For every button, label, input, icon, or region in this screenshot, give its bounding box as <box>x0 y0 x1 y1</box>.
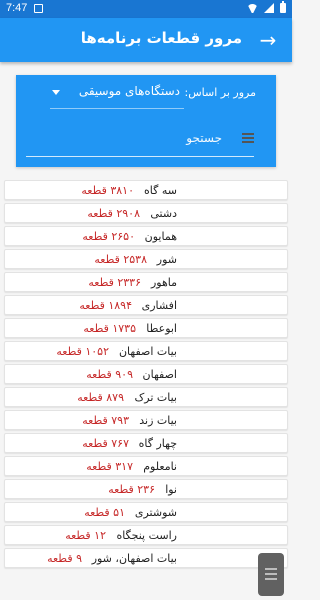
list-item[interactable]: افشاری ۱۸۹۴ قطعه <box>4 295 288 315</box>
fast-scroll-handle[interactable] <box>258 553 284 596</box>
dastgah-list: سه گاه ۳۸۱۰ قطعه دشتی ۲۹۰۸ قطعه همایون ۲۶۵۰ ق… <box>4 180 288 571</box>
list-item[interactable]: بیات اصفهان ۱۰۵۲ قطعه <box>4 341 288 361</box>
status-icons <box>247 1 286 13</box>
item-name: سه گاه <box>144 184 177 197</box>
browse-by-dropdown[interactable]: دستگاه‌های موسیقی <box>79 84 180 98</box>
battery-icon <box>280 1 286 13</box>
browse-by-label: مرور بر اساس: <box>184 86 256 99</box>
item-name: نوا <box>165 483 177 496</box>
list-item[interactable]: راست پنجگاه ۱۲ قطعه <box>4 525 288 545</box>
item-name: بیات اصفهان، شور <box>91 552 177 565</box>
back-arrow-icon[interactable]: → <box>254 26 282 54</box>
item-count: ۲۳۳۶ قطعه <box>88 276 141 289</box>
item-count: ۹۰۹ قطعه <box>86 368 133 381</box>
item-count: ۲۳۶ قطعه <box>108 483 155 496</box>
item-count: ۹ قطعه <box>47 552 82 565</box>
item-name: شور <box>156 253 177 266</box>
item-name: نامعلوم <box>143 460 177 473</box>
item-count: ۱۰۵۲ قطعه <box>56 345 109 358</box>
list-item[interactable]: اصفهان ۹۰۹ قطعه <box>4 364 288 384</box>
item-name: بیات ترک <box>134 391 177 404</box>
list-item[interactable]: سه گاه ۳۸۱۰ قطعه <box>4 180 288 200</box>
search-field[interactable] <box>26 123 254 157</box>
browse-by-row: مرور بر اساس: دستگاه‌های موسیقی <box>16 83 276 109</box>
list-item[interactable]: همایون ۲۶۵۰ قطعه <box>4 226 288 246</box>
wifi-icon <box>247 4 258 13</box>
status-time: 7:47 <box>6 2 28 14</box>
item-name: دشتی <box>150 207 177 220</box>
item-count: ۷۶۷ قطعه <box>82 437 129 450</box>
item-count: ۳۱۷ قطعه <box>86 460 133 473</box>
item-count: ۱۲ قطعه <box>65 529 106 542</box>
item-count: ۱۷۳۵ قطعه <box>83 322 136 335</box>
list-item[interactable]: بیات اصفهان، شور ۹ قطعه <box>4 548 288 568</box>
item-name: شوشتری <box>134 506 177 519</box>
page-title: مرور قطعات برنامه‌ها <box>80 29 242 47</box>
item-count: ۸۷۹ قطعه <box>77 391 124 404</box>
item-count: ۵۱ قطعه <box>84 506 125 519</box>
item-name: افشاری <box>141 299 177 312</box>
list-item[interactable]: ماهور ۲۳۳۶ قطعه <box>4 272 288 292</box>
item-name: همایون <box>144 230 177 243</box>
list-item[interactable]: شوشتری ۵۱ قطعه <box>4 502 288 522</box>
item-name: بیات زند <box>139 414 177 427</box>
item-count: ۳۸۱۰ قطعه <box>81 184 134 197</box>
status-bar: 7:47 <box>0 0 292 18</box>
item-name: ماهور <box>150 276 177 289</box>
search-input[interactable] <box>52 131 222 145</box>
item-name: چهار گاه <box>138 437 177 450</box>
item-name: اصفهان <box>142 368 177 381</box>
menu-icon <box>242 133 254 143</box>
item-count: ۱۸۹۴ قطعه <box>79 299 132 312</box>
item-count: ۲۹۰۸ قطعه <box>87 207 140 220</box>
filter-panel: مرور بر اساس: دستگاه‌های موسیقی <box>16 75 276 167</box>
list-item[interactable]: نامعلوم ۳۱۷ قطعه <box>4 456 288 476</box>
item-name: ابوعطا <box>146 322 177 335</box>
notification-icon <box>34 4 43 13</box>
item-name: راست پنجگاه <box>116 529 177 542</box>
list-item[interactable]: بیات ترک ۸۷۹ قطعه <box>4 387 288 407</box>
list-item[interactable]: دشتی ۲۹۰۸ قطعه <box>4 203 288 223</box>
signal-icon <box>264 3 274 13</box>
dropdown-caret-icon[interactable] <box>52 90 60 95</box>
dropdown-underline <box>50 108 184 109</box>
list-item[interactable]: بیات زند ۷۹۳ قطعه <box>4 410 288 430</box>
list-item[interactable]: ابوعطا ۱۷۳۵ قطعه <box>4 318 288 338</box>
list-item[interactable]: شور ۲۵۳۸ قطعه <box>4 249 288 269</box>
app-bar: → مرور قطعات برنامه‌ها <box>0 18 292 62</box>
item-count: ۲۵۳۸ قطعه <box>94 253 147 266</box>
item-count: ۲۶۵۰ قطعه <box>82 230 135 243</box>
item-name: بیات اصفهان <box>118 345 177 358</box>
item-count: ۷۹۳ قطعه <box>82 414 129 427</box>
list-item[interactable]: نوا ۲۳۶ قطعه <box>4 479 288 499</box>
list-item[interactable]: چهار گاه ۷۶۷ قطعه <box>4 433 288 453</box>
